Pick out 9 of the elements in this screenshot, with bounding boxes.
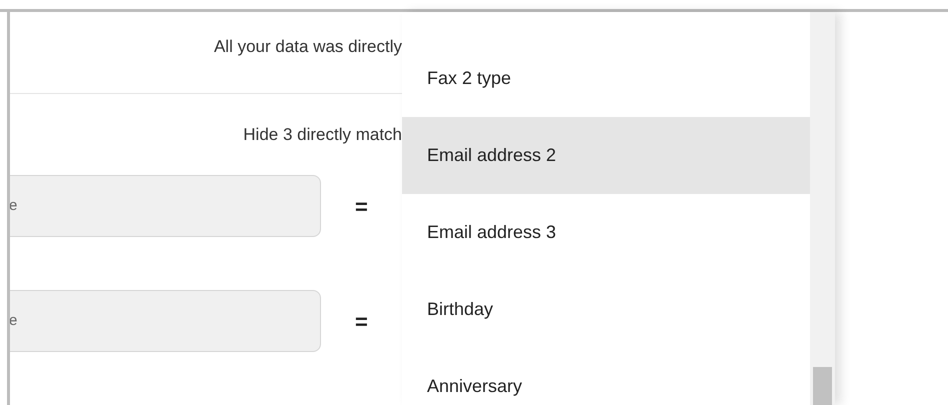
scrollbar[interactable]	[810, 12, 835, 405]
equals-sign: =	[355, 308, 368, 336]
input-field[interactable]: e	[10, 175, 321, 237]
hide-matches-link[interactable]: Hide 3 directly match	[243, 122, 402, 148]
dropdown-item[interactable]: Email address 2	[402, 117, 810, 194]
input-field[interactable]: e	[10, 290, 321, 352]
dropdown-item[interactable]: Anniversary	[402, 348, 810, 405]
equals-sign: =	[355, 192, 368, 220]
status-message: All your data was directly	[214, 36, 402, 58]
